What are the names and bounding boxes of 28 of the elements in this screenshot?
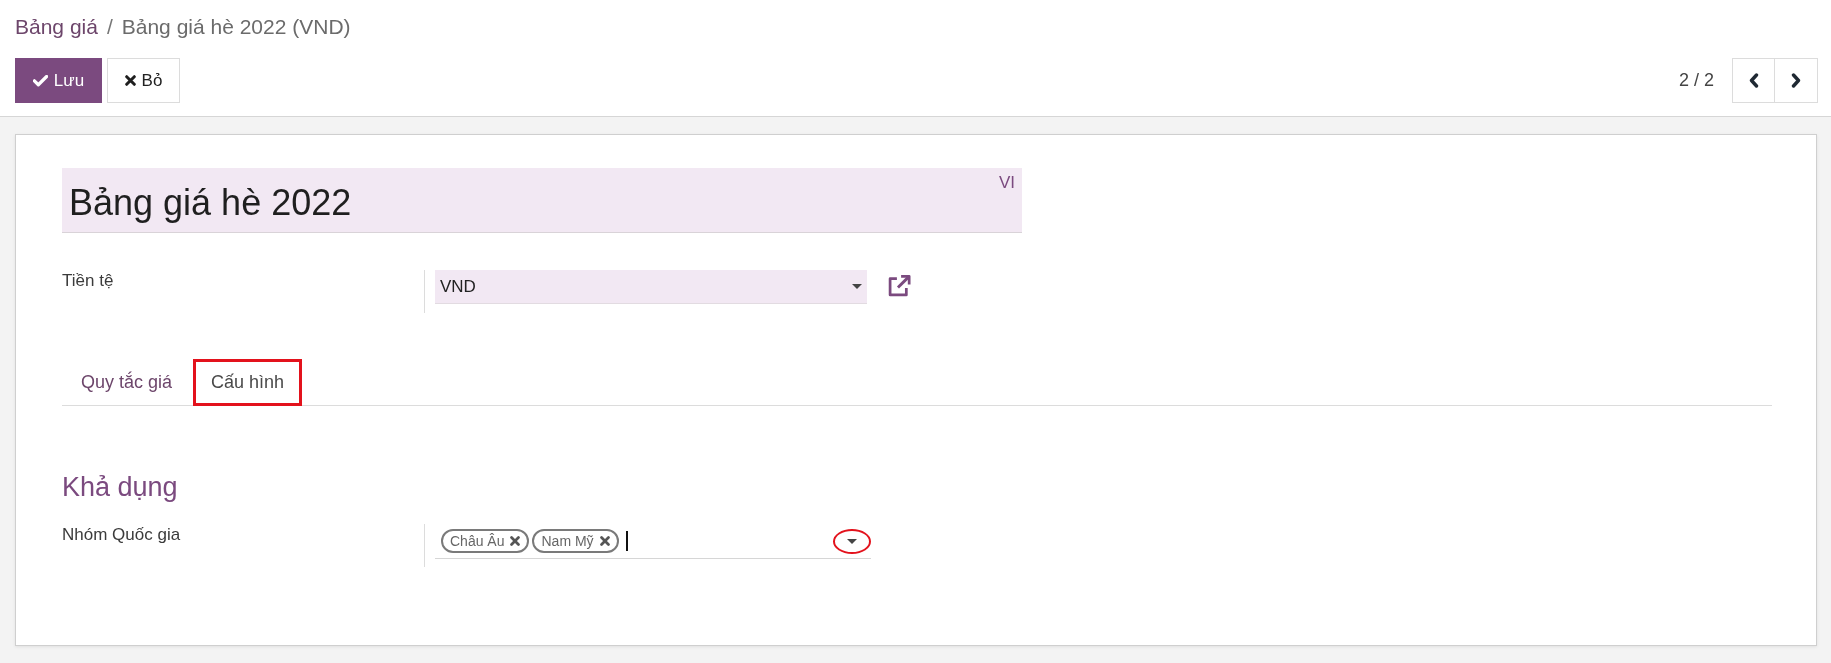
chevron-right-icon (1791, 73, 1801, 88)
name-input-field[interactable]: Bảng giá hè 2022 VI (62, 168, 1022, 233)
language-button[interactable]: VI (998, 168, 1022, 193)
section-heading: Khả dụng (62, 471, 179, 504)
tab[interactable]: Quy tắc giá (62, 359, 191, 406)
external-link-icon[interactable] (887, 275, 911, 297)
currency-select[interactable]: VND (435, 270, 867, 304)
breadcrumb-current: Bảng giá hè 2022 (VND) (121, 14, 351, 40)
check-icon (32, 74, 48, 87)
previous-button[interactable] (1732, 58, 1775, 103)
remove-icon[interactable] (510, 536, 521, 546)
tags-input-field[interactable]: Châu Âu Nam Mỹ (435, 524, 871, 559)
pager-counter: 2 / 2 (1678, 70, 1714, 91)
save-button[interactable]: Lưu (15, 58, 102, 103)
tab[interactable]: Cấu hình (193, 359, 303, 406)
close-icon (124, 75, 136, 86)
field-label: Nhóm Quốc gia (62, 524, 182, 546)
field-label: Tiền tệ (62, 270, 115, 292)
remove-icon[interactable] (599, 536, 610, 546)
caret-down-icon[interactable] (852, 284, 862, 289)
breadcrumb-separator: / (106, 14, 113, 40)
next-button[interactable] (1775, 58, 1818, 103)
caret-down-icon[interactable] (847, 538, 857, 544)
tag-chip: Châu Âu (441, 529, 530, 553)
tag-chip: Nam Mỹ (532, 529, 619, 553)
chevron-left-icon (1748, 73, 1759, 88)
breadcrumb-link[interactable]: Bảng giá (15, 12, 98, 42)
discard-button[interactable]: Bỏ (107, 58, 180, 103)
